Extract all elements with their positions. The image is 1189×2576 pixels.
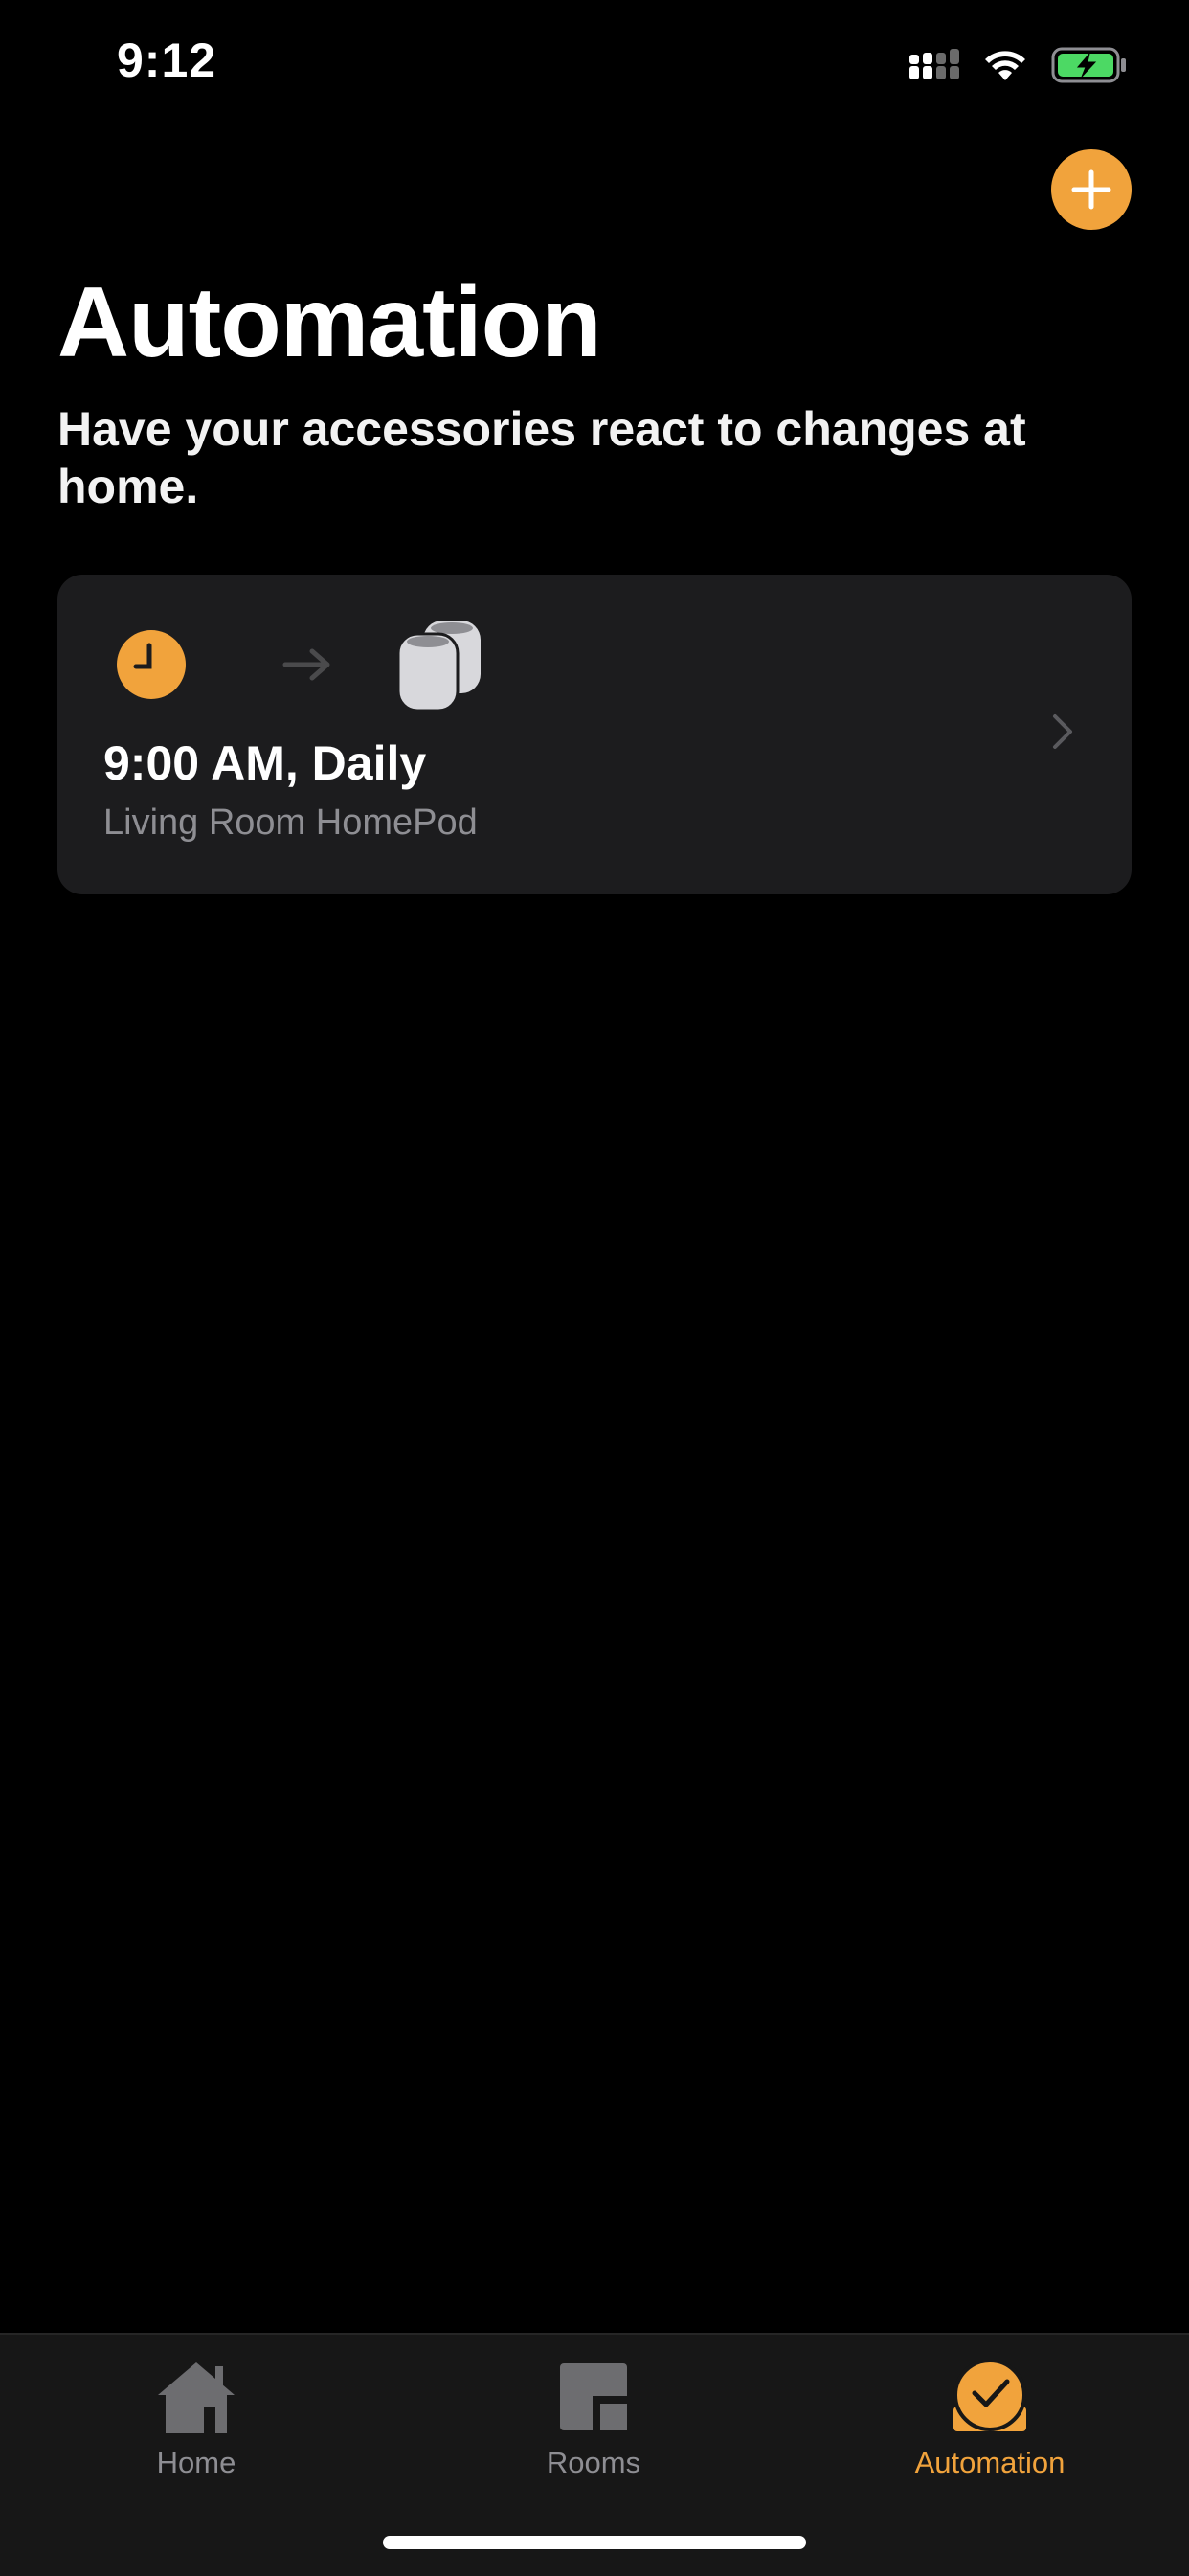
automation-subtitle: Living Room HomePod bbox=[103, 802, 478, 843]
page-subtitle: Have your accessories react to changes a… bbox=[57, 402, 1026, 513]
status-icons bbox=[908, 44, 1128, 86]
tab-label-rooms: Rooms bbox=[546, 2446, 641, 2479]
page-title: Automation bbox=[57, 267, 602, 378]
wifi-icon bbox=[985, 51, 1025, 80]
tab-label-automation: Automation bbox=[914, 2446, 1066, 2479]
home-indicator[interactable] bbox=[383, 2536, 806, 2549]
automation-title: 9:00 AM, Daily bbox=[103, 736, 427, 790]
rooms-icon bbox=[560, 2363, 627, 2430]
signal-icon bbox=[909, 49, 959, 79]
tab-rooms[interactable]: Rooms bbox=[450, 2354, 737, 2507]
status-time: 9:12 bbox=[117, 34, 217, 87]
plus-icon bbox=[1071, 169, 1111, 210]
arrow-right-icon bbox=[282, 648, 330, 681]
house-icon bbox=[158, 2362, 235, 2433]
homepod-icon bbox=[396, 621, 481, 712]
tab-label-home: Home bbox=[156, 2446, 236, 2479]
tab-automation[interactable]: Automation bbox=[846, 2354, 1133, 2507]
tab-home[interactable]: Home bbox=[53, 2354, 340, 2507]
chevron-right-icon bbox=[1053, 714, 1072, 749]
battery-charging-icon bbox=[1051, 47, 1126, 83]
status-bar: 9:12 bbox=[0, 0, 1189, 134]
automation-card[interactable]: 9:00 AM, Daily Living Room HomePod bbox=[57, 575, 1132, 894]
clock-icon bbox=[117, 630, 186, 699]
add-automation-button[interactable] bbox=[1051, 149, 1132, 230]
automation-clock-icon bbox=[953, 2361, 1026, 2431]
